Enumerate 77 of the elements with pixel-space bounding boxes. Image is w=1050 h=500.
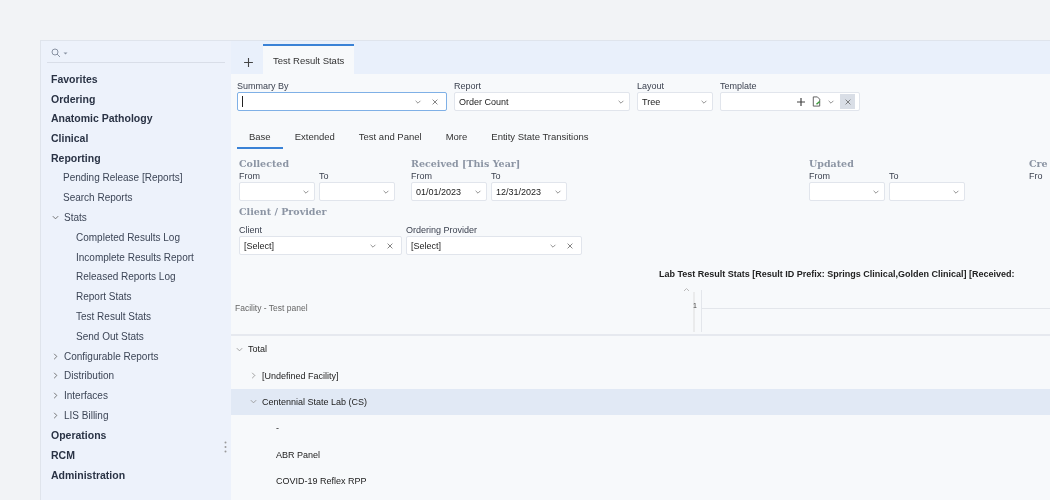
dropdown[interactable]: Order Count: [454, 92, 630, 111]
close-icon: [565, 241, 574, 250]
date-field[interactable]: [889, 182, 965, 201]
group-title: Collected: [239, 157, 291, 170]
sidebar-item[interactable]: Pending Release [Reports]: [41, 168, 231, 188]
plus-icon: [242, 56, 254, 68]
group-title: Updated: [809, 157, 855, 170]
splitter-handle[interactable]: [224, 441, 227, 453]
date-field[interactable]: 12/31/2023: [491, 182, 567, 201]
dropdown[interactable]: Tree: [637, 92, 713, 111]
plus-icon[interactable]: [796, 96, 806, 107]
date-field[interactable]: [809, 182, 885, 201]
tab[interactable]: Entity State Transitions: [479, 125, 601, 149]
clear-button[interactable]: [840, 94, 855, 109]
tree-row[interactable]: Total: [231, 336, 1050, 363]
group-title: Received [This Year]: [411, 157, 522, 170]
sidebar-item[interactable]: Test Result Stats: [41, 306, 231, 327]
field-label: From: [809, 170, 831, 182]
sidebar-item[interactable]: Released Reports Log: [41, 266, 231, 287]
field-label: Fro: [1029, 170, 1044, 182]
field-label: From: [411, 170, 433, 182]
date-field[interactable]: [239, 182, 315, 201]
sidebar-item[interactable]: Reporting: [41, 148, 231, 168]
tree-row[interactable]: -: [231, 415, 1050, 442]
sidebar-item[interactable]: Send Out Stats: [41, 326, 231, 347]
tree-row[interactable]: COVID-19 Reflex RPP: [231, 467, 1050, 495]
sidebar-item[interactable]: Anatomic Pathology: [41, 108, 231, 129]
close-icon: [385, 241, 394, 250]
field-label: Report: [454, 80, 482, 92]
sidebar-item[interactable]: Administration: [41, 464, 231, 485]
tab[interactable]: Extended: [282, 125, 347, 149]
sidebar-item[interactable]: LIS Billing: [41, 405, 231, 426]
chevron-right-icon[interactable]: [249, 371, 258, 381]
field-label: Layout: [637, 80, 666, 92]
field-label: From: [239, 170, 261, 182]
tab[interactable]: Test and Panel: [346, 125, 434, 149]
sidebar-item[interactable]: Ordering: [41, 88, 231, 109]
close-icon: [843, 97, 852, 106]
dropdown[interactable]: [Select]: [239, 236, 402, 255]
group-title: Client / Provider: [239, 205, 328, 218]
sidebar-item[interactable]: RCM: [41, 445, 231, 465]
group-title: Cre: [1029, 157, 1049, 170]
sidebar-item[interactable]: Clinical: [41, 128, 231, 149]
sidebar-item[interactable]: Stats: [41, 207, 231, 228]
field-label: Client: [239, 224, 263, 236]
sidebar-item[interactable]: Favorites: [41, 69, 231, 89]
field-label: Template: [720, 80, 758, 92]
axis-drawing: [683, 286, 695, 334]
sidebar-item[interactable]: Search Reports: [41, 187, 231, 208]
close-icon: [430, 97, 439, 106]
tree-row[interactable]: Centennial State Lab (CS): [231, 388, 1050, 416]
sidebar-item[interactable]: Operations: [41, 425, 231, 446]
dropdown[interactable]: [Select]: [406, 236, 582, 255]
field-label: Summary By: [237, 80, 290, 92]
document-icon[interactable]: [811, 96, 822, 107]
field-label: Ordering Provider: [406, 224, 479, 236]
date-field[interactable]: [319, 182, 395, 201]
field-label: To: [889, 170, 900, 182]
sidebar-item[interactable]: Report Stats: [41, 286, 231, 307]
field-label: To: [491, 170, 502, 182]
tab[interactable]: Base: [237, 125, 283, 149]
sidebar-item[interactable]: Distribution: [41, 365, 231, 386]
sidebar-item[interactable]: Configurable Reports: [41, 346, 231, 366]
report-title: Lab Test Result Stats [Result ID Prefix: Springs Clinical,Golden Clinical] [Received:: [658, 269, 1016, 281]
search-icon: [51, 48, 61, 58]
input-field[interactable]: [237, 92, 447, 111]
sidebar-item[interactable]: Incomplete Results Report: [41, 247, 231, 267]
tree-row[interactable]: ABR Panel: [231, 441, 1050, 468]
tab[interactable]: More: [433, 125, 480, 149]
date-field[interactable]: 01/01/2023: [411, 182, 487, 201]
dropdown-caret-icon: [63, 50, 68, 56]
document-tab[interactable]: Test Result Stats: [263, 44, 355, 74]
tree-row[interactable]: [Undefined Facility]: [231, 362, 1050, 389]
sidebar-item[interactable]: Interfaces: [41, 385, 231, 406]
text-cursor: [242, 96, 243, 107]
sidebar-item[interactable]: Completed Results Log: [41, 227, 231, 248]
field-label: To: [319, 170, 330, 182]
